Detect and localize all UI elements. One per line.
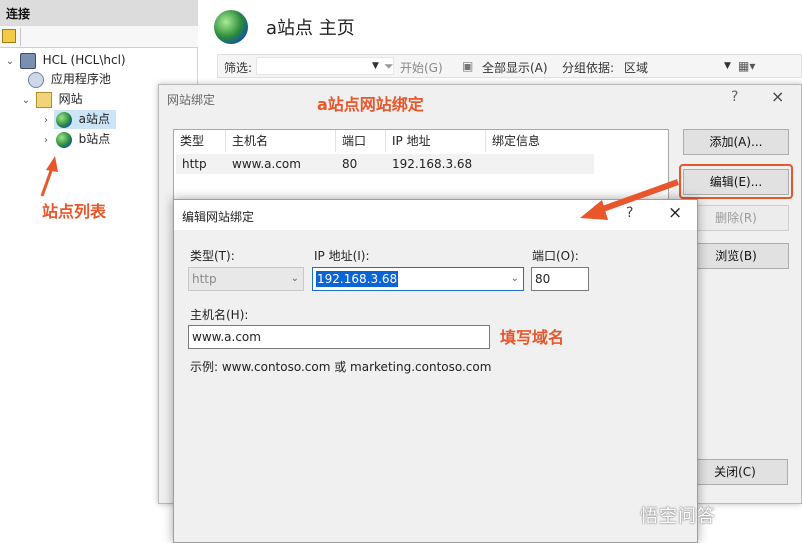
add-binding-button[interactable]: 添加(A)... — [683, 129, 789, 155]
tree-node-site-b[interactable]: › b站点 — [40, 129, 110, 149]
funnel-icon[interactable]: ⏷ — [384, 59, 394, 74]
group-by-label: 分组依据: — [562, 61, 615, 75]
connections-header: 连接 — [0, 0, 198, 26]
port-input[interactable]: 80 — [531, 267, 589, 291]
start-button[interactable]: 开始(G) — [400, 59, 443, 76]
connections-toolbar — [0, 26, 198, 48]
show-all-icon[interactable]: ▣ — [462, 59, 473, 73]
column-header-port[interactable]: 端口 — [336, 130, 386, 152]
remove-binding-button[interactable]: 删除(R) — [683, 205, 789, 231]
ip-address-value: 192.168.3.68 — [316, 271, 399, 287]
collapse-icon[interactable]: ⌄ — [20, 91, 32, 111]
help-icon[interactable]: ? — [731, 89, 738, 105]
page-title: a站点 主页 — [266, 18, 355, 39]
tree-node-label: b站点 — [78, 132, 111, 146]
tree-node-sites[interactable]: ⌄ 网站 — [20, 89, 83, 109]
type-value: http — [192, 272, 217, 286]
cell-ip: 192.168.3.68 — [392, 157, 473, 171]
expand-icon[interactable]: › — [40, 111, 52, 131]
example-text: 示例: www.contoso.com 或 marketing.contoso.… — [190, 360, 492, 374]
create-connection-icon[interactable] — [2, 29, 16, 43]
chevron-down-icon: ⌄ — [510, 273, 519, 284]
expand-icon[interactable]: › — [40, 131, 52, 151]
server-icon — [19, 52, 36, 69]
type-label: 类型(T): — [190, 249, 235, 263]
help-icon[interactable]: ? — [626, 205, 633, 221]
fill-domain-annotation: 填写域名 — [500, 328, 565, 347]
port-label: 端口(O): — [532, 249, 579, 263]
watermark-logo: 悟空问答 — [640, 506, 716, 527]
view-toggle-icon[interactable]: ▦▾ — [738, 59, 755, 73]
edit-binding-dialog: 编辑网站绑定 ? × 类型(T): http ⌄ IP 地址(I): 192.1… — [173, 199, 698, 543]
cell-port: 80 — [342, 157, 358, 171]
ip-address-select[interactable]: 192.168.3.68 ⌄ — [312, 267, 524, 291]
chevron-down-icon: ⌄ — [290, 273, 299, 284]
close-icon[interactable]: × — [771, 87, 784, 106]
dialog-titlebar: 编辑网站绑定 ? × — [174, 200, 697, 230]
tree-node-label: a站点 — [78, 112, 111, 126]
ip-label: IP 地址(I): — [314, 249, 370, 263]
sites-folder-icon — [35, 91, 52, 108]
filter-label: 筛选: — [224, 61, 253, 75]
site-globe-icon — [214, 10, 248, 44]
type-select[interactable]: http ⌄ — [188, 267, 304, 291]
tree-node-label: 网站 — [58, 92, 83, 106]
tree-node-label: HCL (HCL\hcl) — [42, 53, 126, 67]
toolbar-divider — [20, 28, 21, 46]
app-pool-icon — [28, 71, 44, 88]
bindings-annotation: a站点网站绑定 — [317, 95, 424, 114]
site-list-annotation: 站点列表 — [42, 202, 107, 221]
close-icon[interactable]: × — [668, 203, 682, 223]
group-by-select[interactable]: 区域 — [624, 59, 648, 76]
tree-node-site-a[interactable]: › a站点 — [40, 109, 110, 129]
browse-button[interactable]: 浏览(B) — [683, 243, 789, 269]
globe-icon — [55, 131, 72, 148]
tree-node-server[interactable]: ⌄ HCL (HCL\hcl) — [4, 50, 126, 70]
cell-type: http — [182, 157, 207, 171]
edit-binding-button[interactable]: 编辑(E)... — [683, 169, 789, 195]
show-all-button[interactable]: 全部显示(A) — [482, 59, 548, 76]
column-header-type[interactable]: 类型 — [174, 130, 226, 152]
globe-icon — [55, 111, 72, 128]
dialog-title: 编辑网站绑定 — [182, 210, 255, 224]
group-by-dropdown-icon[interactable]: ▼ — [724, 61, 731, 71]
host-label: 主机名(H): — [190, 308, 249, 322]
column-header-host[interactable]: 主机名 — [226, 130, 336, 152]
collapse-icon[interactable]: ⌄ — [4, 52, 16, 72]
column-header-ip[interactable]: IP 地址 — [386, 130, 486, 152]
host-name-input[interactable]: www.a.com — [188, 325, 490, 349]
column-header-info[interactable]: 绑定信息 — [486, 130, 596, 152]
cell-host: www.a.com — [232, 157, 301, 171]
tree-node-app-pools[interactable]: 应用程序池 — [28, 69, 111, 89]
filter-dropdown-icon[interactable]: ▼ — [372, 61, 379, 71]
filter-bar: 筛选: ▼ ⏷ 开始(G) ▣ 全部显示(A) 分组依据: 区域 ▼ ▦▾ — [217, 54, 802, 78]
tree-node-label: 应用程序池 — [50, 72, 111, 86]
dialog-title: 网站绑定 — [167, 93, 216, 107]
